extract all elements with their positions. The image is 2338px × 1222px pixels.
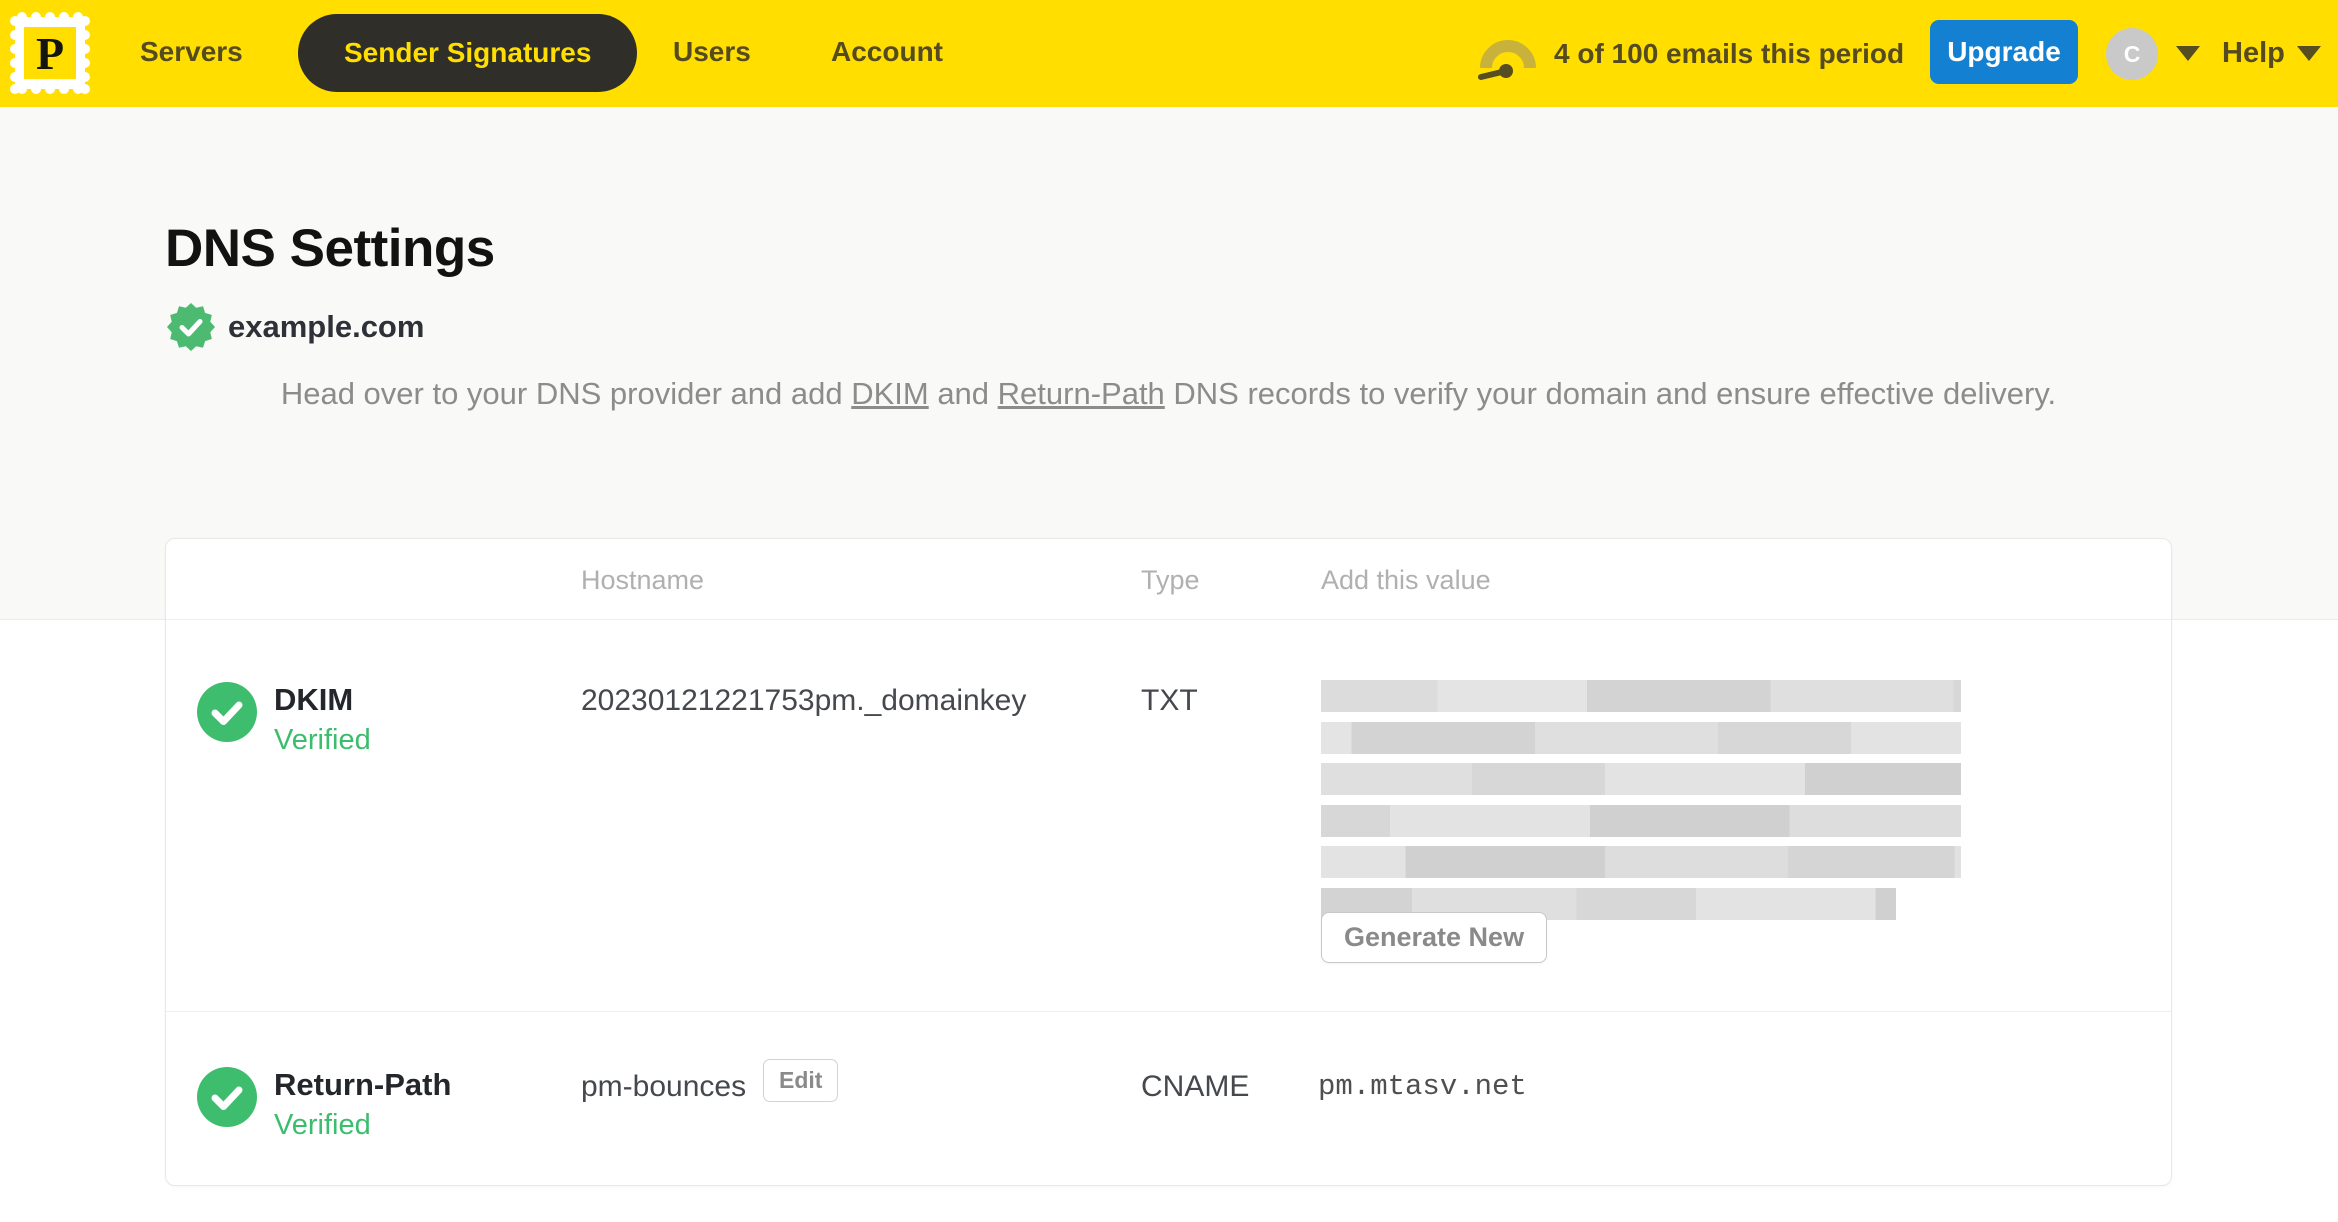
record-name: DKIM bbox=[274, 682, 354, 717]
record-hostname: 20230121221753pm._domainkey bbox=[581, 684, 1027, 717]
redacted-bar bbox=[1321, 763, 1961, 795]
page-description: Head over to your DNS provider and add D… bbox=[165, 370, 2172, 418]
help-label: Help bbox=[2222, 37, 2285, 69]
upgrade-button[interactable]: Upgrade bbox=[1930, 20, 2078, 84]
dkim-link[interactable]: DKIM bbox=[851, 376, 929, 411]
column-header-type: Type bbox=[1141, 565, 1200, 595]
record-type: CNAME bbox=[1141, 1070, 1250, 1103]
table-header: Hostname Type Add this value bbox=[166, 539, 2171, 620]
column-header-hostname: Hostname bbox=[581, 565, 705, 595]
description-text: Head over to your DNS provider and add bbox=[280, 376, 852, 411]
redacted-bar bbox=[1321, 721, 1961, 754]
usage-text: 4 of 100 emails this period bbox=[1554, 37, 1905, 69]
dns-records-card: Hostname Type Add this value DKIM Verifi… bbox=[165, 538, 2172, 1186]
verified-check-icon bbox=[197, 682, 257, 742]
redacted-bar bbox=[1321, 680, 1961, 712]
avatar-chevron-down-icon[interactable] bbox=[2176, 46, 2200, 61]
nav-item-users[interactable]: Users bbox=[673, 36, 751, 68]
avatar[interactable]: C bbox=[2106, 28, 2158, 80]
nav-item-account[interactable]: Account bbox=[831, 36, 943, 68]
redacted-bar bbox=[1321, 804, 1961, 837]
verified-seal-icon bbox=[167, 303, 215, 351]
page-title: DNS Settings bbox=[165, 219, 495, 278]
postmark-logo-icon[interactable]: P bbox=[10, 12, 90, 94]
top-nav: P Servers Sender Signatures Users Accoun… bbox=[0, 0, 2338, 107]
redacted-dns-value bbox=[1321, 680, 1961, 929]
record-hostname: pm-bounces bbox=[581, 1070, 747, 1103]
nav-item-sender-signatures[interactable]: Sender Signatures bbox=[298, 14, 638, 92]
column-header-value: Add this value bbox=[1321, 565, 1491, 595]
status-badge: Verified bbox=[274, 724, 371, 756]
gauge-icon bbox=[1478, 39, 1536, 80]
domain-line: example.com bbox=[167, 303, 424, 351]
record-type: TXT bbox=[1141, 684, 1198, 717]
generate-new-button[interactable]: Generate New bbox=[1321, 912, 1548, 963]
domain-name: example.com bbox=[228, 309, 425, 344]
usage-meter: 4 of 100 emails this period bbox=[1478, 0, 1904, 107]
help-menu[interactable]: Help bbox=[2222, 0, 2321, 107]
help-chevron-down-icon bbox=[2296, 46, 2321, 61]
edit-button[interactable]: Edit bbox=[763, 1059, 839, 1102]
record-value: pm.mtasv.net bbox=[1318, 1070, 1527, 1103]
logo-letter: P bbox=[36, 28, 64, 79]
redacted-bar bbox=[1321, 846, 1961, 878]
description-text: and bbox=[928, 376, 998, 411]
verified-check-icon bbox=[197, 1067, 257, 1127]
nav-item-servers[interactable]: Servers bbox=[140, 36, 243, 68]
row-divider bbox=[166, 1011, 2171, 1012]
status-badge: Verified bbox=[274, 1109, 371, 1141]
record-name: Return-Path bbox=[274, 1067, 452, 1102]
description-text: DNS records to verify your domain and en… bbox=[1164, 376, 2057, 411]
return-path-link[interactable]: Return-Path bbox=[998, 376, 1165, 411]
